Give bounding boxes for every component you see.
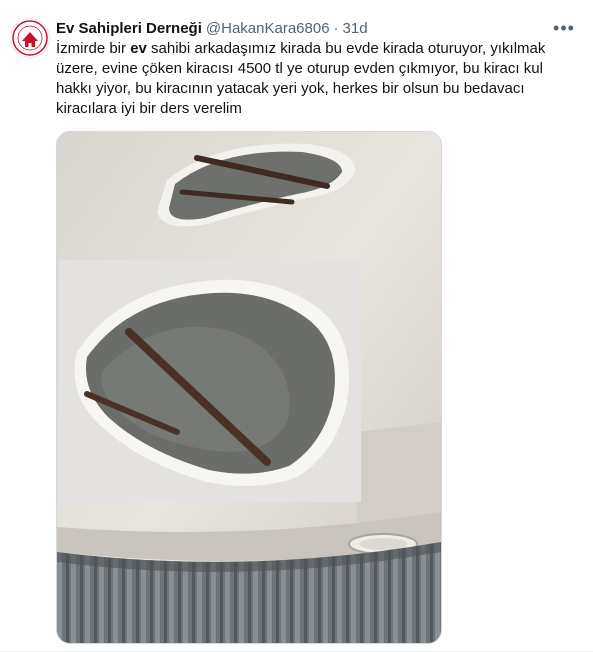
display-name[interactable]: Ev Sahipleri Derneği: [56, 20, 202, 37]
tweet-header: Ev Sahipleri Derneği @HakanKara6806 · 31…: [56, 18, 553, 38]
tweet-text-bold: ev: [130, 40, 147, 57]
cracked-ceiling-photo-icon: [57, 132, 441, 643]
tweet-card[interactable]: Ev Sahipleri Derneği @HakanKara6806 · 31…: [0, 0, 593, 652]
separator-dot: ·: [333, 19, 339, 37]
more-options-button[interactable]: •••: [553, 18, 575, 38]
avatar[interactable]: [10, 18, 50, 58]
more-icon: •••: [553, 17, 575, 38]
user-handle[interactable]: @HakanKara6806: [206, 20, 330, 37]
tweet-text: İzmirde bir ev sahibi arkadaşımız kirada…: [56, 39, 576, 119]
association-logo-icon: [12, 20, 48, 56]
tweet-text-part1: İzmirde bir: [56, 40, 131, 57]
timestamp[interactable]: 31d: [343, 20, 368, 37]
tweet-media-photo[interactable]: [56, 131, 442, 644]
